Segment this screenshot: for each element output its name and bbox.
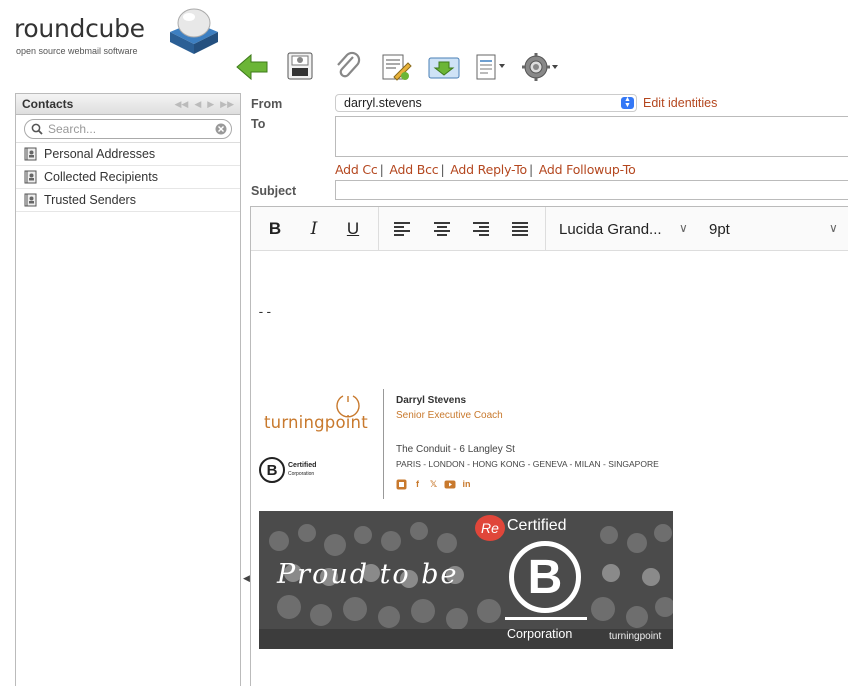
- options-button[interactable]: [520, 48, 560, 86]
- contacts-panel: Contacts ◀◀ ◀ ▶ ▶▶ Per: [15, 93, 241, 686]
- align-center-icon: [434, 222, 450, 236]
- back-button[interactable]: [232, 48, 272, 86]
- spellcheck-button[interactable]: [472, 48, 508, 86]
- bcorp-banner-image: Re Certified Proud to be B Corporation t…: [259, 511, 673, 649]
- clear-search-icon[interactable]: [215, 123, 227, 135]
- bcorp-certified-label: Certified: [288, 462, 317, 469]
- add-followup-to-link[interactable]: Add Followup-To: [539, 162, 636, 177]
- next-page-icon[interactable]: ▶: [207, 99, 214, 110]
- contacts-search-wrap: [16, 115, 240, 143]
- signature-role: Senior Executive Coach: [396, 410, 503, 421]
- font-size-select[interactable]: 9pt: [709, 221, 730, 238]
- italic-button[interactable]: I: [304, 217, 324, 241]
- logo-name: roundcube: [14, 14, 145, 43]
- contacts-search: [24, 119, 232, 139]
- paperclip-icon: [337, 51, 361, 78]
- search-input[interactable]: [48, 122, 215, 136]
- font-family-select[interactable]: Lucida Grand...: [559, 221, 662, 238]
- add-reply-to-link[interactable]: Add Reply-To: [450, 162, 527, 177]
- to-label: To: [251, 117, 266, 131]
- add-cc-link[interactable]: Add Cc: [335, 162, 378, 177]
- align-right-button[interactable]: [470, 217, 492, 241]
- chevron-down-icon[interactable]: ∨: [679, 221, 688, 235]
- compose-toolbar: [232, 48, 572, 88]
- document-icon: [476, 54, 505, 80]
- signature-address: The Conduit - 6 Langley St: [396, 444, 515, 455]
- from-select[interactable]: darryl.stevens ▲ ▼: [335, 94, 637, 112]
- save-icon: [287, 52, 313, 80]
- logo-tagline: open source webmail software: [16, 46, 138, 56]
- signature-cities: PARIS - LONDON - HONG KONG - GENEVA - MI…: [396, 459, 659, 469]
- address-book-collected[interactable]: Collected Recipients: [16, 166, 240, 189]
- justify-button[interactable]: [509, 217, 531, 241]
- gear-icon: [522, 53, 558, 81]
- banner-corporation-text: Corporation: [507, 627, 573, 641]
- address-book-icon: [24, 170, 37, 184]
- re-logo-icon: Re: [475, 515, 505, 541]
- edit-identities-link[interactable]: Edit identities: [643, 96, 717, 110]
- signature-name: Darryl Stevens: [396, 395, 467, 406]
- contacts-header: Contacts ◀◀ ◀ ▶ ▶▶: [16, 94, 240, 115]
- banner-brand-text: turningpoint: [609, 631, 662, 642]
- align-justify-icon: [512, 222, 528, 236]
- banner-bcorp-b-icon: B: [509, 541, 581, 613]
- align-left-icon: [394, 222, 410, 236]
- social-links: f 𝕏 in: [396, 479, 472, 490]
- bcorp-b-icon: B: [259, 457, 285, 483]
- first-page-icon[interactable]: ◀◀: [174, 99, 188, 110]
- to-field[interactable]: [335, 116, 848, 157]
- subject-label: Subject: [251, 184, 297, 198]
- signature-icon: [382, 54, 412, 81]
- banner-underline: [505, 617, 587, 620]
- address-book-icon: [24, 147, 37, 161]
- underline-button[interactable]: U: [343, 217, 363, 241]
- save-button[interactable]: [280, 48, 320, 86]
- roundcube-box-icon: [170, 8, 218, 54]
- align-left-button[interactable]: [391, 217, 413, 241]
- last-page-icon[interactable]: ▶▶: [220, 99, 234, 110]
- add-header-links: Add Cc | Add Bcc | Add Reply-To | Add Follo…: [335, 162, 636, 177]
- editor-toolbar: B I U Lucida Grand... ∨ 9pt ∨: [251, 207, 848, 251]
- contacts-title: Contacts: [22, 97, 74, 111]
- select-arrows-icon: ▲ ▼: [621, 96, 634, 109]
- add-bcc-link[interactable]: Add Bcc: [389, 162, 438, 177]
- signature-delimiter: --: [257, 305, 273, 320]
- contacts-pager: ◀◀ ◀ ▶ ▶▶: [174, 99, 234, 110]
- x-twitter-icon[interactable]: 𝕏: [428, 479, 439, 490]
- facebook-icon[interactable]: f: [412, 479, 423, 490]
- subject-field[interactable]: [335, 180, 848, 200]
- align-center-button[interactable]: [431, 217, 453, 241]
- address-book-label: Personal Addresses: [44, 147, 156, 161]
- banner-proud-text: Proud to be: [277, 559, 459, 590]
- address-book-personal[interactable]: Personal Addresses: [16, 143, 240, 166]
- align-right-icon: [473, 222, 489, 236]
- roundcube-logo: roundcube open source webmail software: [14, 6, 224, 58]
- responses-button[interactable]: [424, 48, 464, 86]
- address-book-label: Collected Recipients: [44, 170, 158, 184]
- chevron-down-icon[interactable]: ∨: [829, 221, 838, 235]
- back-arrow-icon: [236, 53, 268, 81]
- signature-button[interactable]: [376, 48, 416, 86]
- bold-button[interactable]: B: [265, 217, 285, 241]
- blog-icon[interactable]: [396, 479, 407, 490]
- linkedin-icon[interactable]: in: [461, 479, 472, 490]
- attach-button[interactable]: [328, 48, 368, 86]
- panel-splitter-icon[interactable]: ◀: [243, 573, 250, 584]
- html-editor: B I U Lucida Grand... ∨ 9pt ∨ -- turning…: [250, 206, 848, 686]
- address-book-trusted[interactable]: Trusted Senders: [16, 189, 240, 212]
- bcorp-mini-logo: B Certified Corporation: [259, 457, 316, 483]
- from-value: darryl.stevens: [344, 96, 422, 110]
- address-book-icon: [24, 193, 37, 207]
- address-book-label: Trusted Senders: [44, 193, 136, 207]
- search-icon: [31, 123, 43, 135]
- banner-certified-text: Certified: [507, 517, 567, 534]
- signature-divider: [383, 389, 384, 499]
- bcorp-corporation-label: Corporation: [288, 471, 315, 477]
- turningpoint-wordmark: turningpoint: [264, 413, 368, 432]
- prev-page-icon[interactable]: ◀: [194, 99, 201, 110]
- from-label: From: [251, 97, 283, 111]
- responses-icon: [428, 57, 460, 79]
- youtube-icon[interactable]: [444, 479, 456, 490]
